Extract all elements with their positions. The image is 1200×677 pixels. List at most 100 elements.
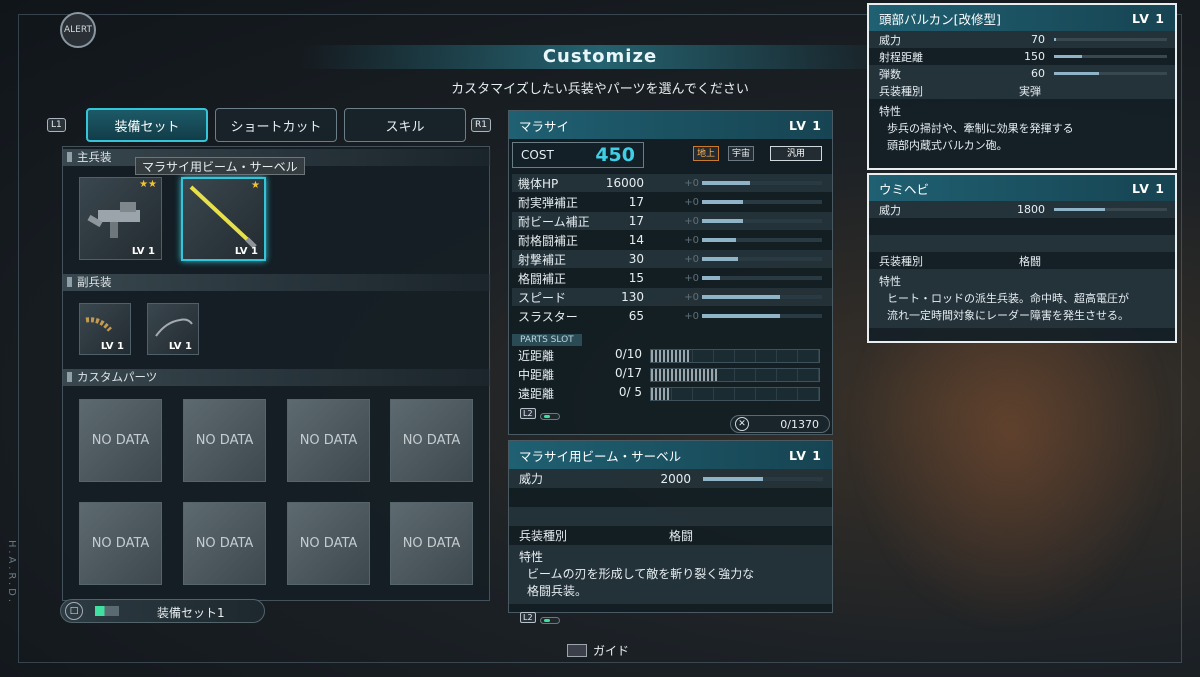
equipment-panel: 主兵装 ★★ LV 1 ★ LV 1 副兵装 LV 1 LV 1 カスタムパーツ… (62, 146, 491, 601)
main-weapon-slot-2[interactable]: ★ LV 1 (181, 177, 266, 261)
parts-slot-row[interactable]: 中距離 0/17 (512, 366, 830, 384)
stat-row: 耐実弾補正 17 +0 (512, 193, 832, 211)
power-value: 1800 (1017, 203, 1045, 216)
parts-slot-value: 0/10 (615, 347, 642, 361)
alert-icon: ALERT (60, 12, 96, 48)
slot-level: LV 1 (168, 341, 192, 352)
stat-value: 14 (628, 233, 644, 247)
trait-line: 歩兵の掃討や、牽制に効果を発揮する (887, 122, 1074, 135)
stat-value: 15 (628, 271, 644, 285)
tab-equipment-set[interactable]: 装備セット (86, 108, 208, 142)
power-bar (1054, 208, 1167, 211)
power-label: 威力 (519, 472, 544, 486)
weapon-power-row: 威力 2000 (509, 469, 832, 488)
stat-bar (702, 200, 822, 204)
type-value: 格闘 (1019, 254, 1041, 268)
tab-shortcut[interactable]: ショートカット (215, 108, 337, 142)
loadout-selector[interactable]: □ 装備セット1 (60, 599, 265, 623)
power-value: 2000 (660, 471, 691, 486)
parts-slot-row[interactable]: 近距離 0/10 (512, 347, 830, 365)
slot-level: LV 1 (131, 246, 155, 257)
slot-level: LV 1 (100, 341, 124, 352)
touchpad-button-icon (567, 644, 587, 657)
vulcan-level: LV 1 (1132, 10, 1165, 26)
rarity-stars: ★ (251, 180, 260, 191)
custom-part-slot[interactable]: NO DATA (390, 502, 473, 585)
trait-line: 格闘兵装。 (527, 584, 588, 598)
stat-modifier: +0 (684, 253, 699, 265)
custom-part-slot[interactable]: NO DATA (390, 399, 473, 482)
custom-part-slot[interactable]: NO DATA (183, 502, 266, 585)
vulcan-panel: 頭部バルカン[改修型] LV 1 威力 70 射程距離 150 弾数 60 兵装種別 実弾… (867, 3, 1177, 170)
parts-counter: ✕ 0/1370 (730, 415, 830, 433)
trait-line: ヒート・ロッドの派生兵装。命中時、超高電圧が (887, 292, 1129, 305)
wrench-icon: ✕ (735, 417, 749, 431)
stat-modifier: +0 (684, 234, 699, 246)
vulcan-name: 頭部バルカン[改修型] (879, 11, 1001, 27)
stat-bar (702, 314, 822, 318)
stat-name: 威力 (879, 33, 901, 47)
type-label: 兵装種別 (879, 254, 923, 268)
main-weapon-slot-1[interactable]: ★★ LV 1 (79, 177, 162, 260)
umihebi-name: ウミヘビ (879, 181, 930, 197)
vulcan-stat-row: 弾数 60 (869, 65, 1175, 82)
parts-slot-name: 遠距離 (518, 387, 555, 401)
custom-part-slot[interactable]: NO DATA (79, 399, 162, 482)
sub-weapon-slot-1[interactable]: LV 1 (79, 303, 131, 355)
custom-part-slot[interactable]: NO DATA (183, 399, 266, 482)
stat-name: 耐実弾補正 (518, 195, 579, 210)
stat-name: 弾数 (879, 67, 901, 81)
stat-value: 30 (628, 252, 644, 266)
stat-bar (1054, 72, 1167, 75)
type-label: 兵装種別 (879, 84, 923, 98)
parts-counter-value: 0/1370 (780, 417, 819, 431)
parts-slot-name: 中距離 (518, 368, 555, 382)
weapon-tooltip: マラサイ用ビーム・サーベル (135, 157, 305, 175)
loadout-indicator (95, 606, 119, 616)
stat-row: スラスター 65 +0 (512, 307, 832, 325)
weapon-level: LV 1 (789, 447, 822, 463)
stat-name: 耐ビーム補正 (518, 214, 590, 229)
cost-label: COST (521, 148, 554, 162)
loadout-label: 装備セット1 (157, 606, 225, 620)
sub-weapon-slot-2[interactable]: LV 1 (147, 303, 199, 355)
umihebi-level: LV 1 (1132, 180, 1165, 196)
vulcan-stats: 威力 70 射程距離 150 弾数 60 (869, 31, 1175, 82)
r1-button-icon[interactable]: R1 (471, 118, 491, 132)
l1-button-icon[interactable]: L1 (47, 118, 66, 132)
type-label: 兵装種別 (519, 529, 568, 543)
sub-weapon-header: 副兵装 (63, 274, 491, 291)
slot-level: LV 1 (234, 246, 258, 257)
hard-label: H.A.R.D. (6, 540, 17, 606)
umihebi-panel: ウミヘビ LV 1 威力 1800 兵装種別 格闘 特性 ヒート・ロッドの派生兵… (867, 173, 1177, 343)
custom-part-slot[interactable]: NO DATA (287, 502, 370, 585)
power-label: 威力 (879, 203, 901, 217)
stat-row: 耐格闘補正 14 +0 (512, 231, 832, 249)
stat-name: スラスター (518, 309, 578, 324)
parts-slot-row[interactable]: 遠距離 0/ 5 (512, 385, 830, 403)
custom-part-slot[interactable]: NO DATA (287, 399, 370, 482)
stat-bar (702, 295, 822, 299)
parts-slot-value: 0/ 5 (618, 385, 642, 399)
guide-hint[interactable]: ガイド (567, 642, 629, 659)
stat-row: スピード 130 +0 (512, 288, 832, 306)
page-title: Customize (300, 45, 900, 69)
tab-skill[interactable]: スキル (344, 108, 466, 142)
stat-bar (702, 276, 822, 280)
weapon-header: マラサイ用ビーム・サーベル LV 1 (509, 441, 832, 469)
vulcan-type-row: 兵装種別 実弾 (869, 82, 1175, 99)
stat-bar (702, 181, 822, 185)
power-bar (703, 477, 823, 481)
stat-modifier: +0 (684, 291, 699, 303)
custom-part-slot[interactable]: NO DATA (79, 502, 162, 585)
stat-name: 射撃補正 (518, 252, 567, 267)
rarity-stars: ★★ (139, 179, 157, 190)
weapon-detail-panel: マラサイ用ビーム・サーベル LV 1 威力 2000 兵装種別 格闘 特性 ビー… (508, 440, 833, 613)
stat-bar (1054, 38, 1167, 41)
umihebi-header: ウミヘビ LV 1 (869, 175, 1175, 201)
background-mech (850, 300, 1170, 630)
stat-name: 射程距離 (879, 50, 923, 64)
env-space-badge: 宇宙 (728, 146, 755, 161)
unit-level: LV 1 (789, 117, 822, 133)
type-value: 実弾 (1019, 84, 1041, 98)
